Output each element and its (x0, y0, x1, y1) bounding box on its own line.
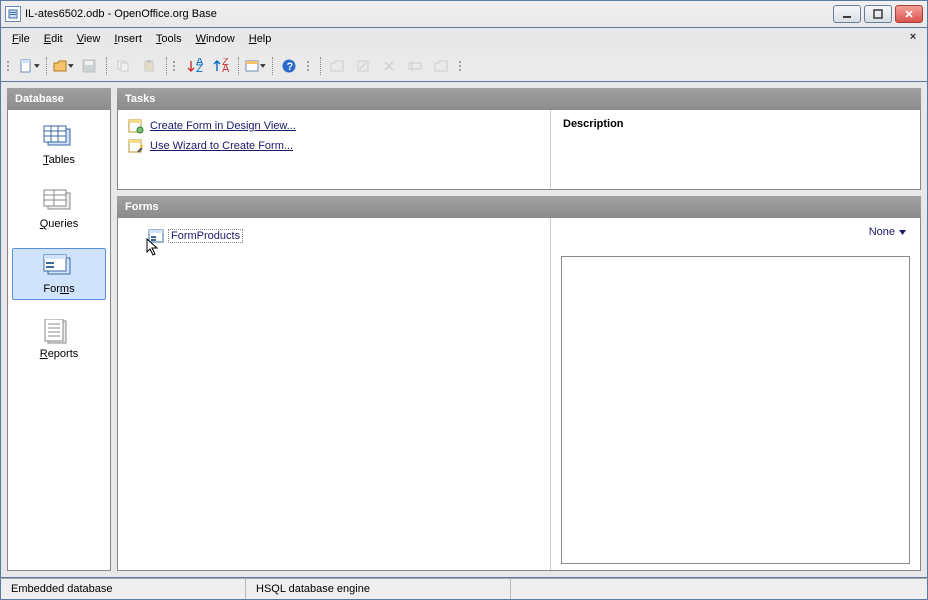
close-button[interactable] (895, 5, 923, 23)
menu-help[interactable]: Help (242, 31, 279, 47)
titlebar: IL-ates6502.odb - OpenOffice.org Base (0, 0, 928, 28)
svg-text:A: A (222, 63, 229, 74)
toolbar-sep (103, 55, 109, 77)
tasks-header: Tasks (117, 88, 921, 110)
forms-header: Forms (117, 196, 921, 218)
sort-desc-button[interactable]: ZA (209, 54, 233, 78)
tasks-list: Create Form in Design View... Use Wizard… (118, 110, 550, 189)
menu-tools[interactable]: Tools (149, 31, 189, 47)
task-description-column: Description (550, 110, 920, 189)
rename-button[interactable] (403, 54, 427, 78)
form-item-formproducts[interactable]: FormProducts (148, 228, 243, 244)
tasks-panel: Tasks Create Form in Design View... Use … (117, 88, 921, 190)
reports-icon (41, 318, 77, 346)
menu-edit[interactable]: Edit (37, 31, 70, 47)
preview-mode-dropdown[interactable]: None (561, 224, 910, 240)
sidebar-label-reports: Reports (40, 348, 79, 360)
help-button[interactable]: ? (277, 54, 301, 78)
toolbar-grip[interactable] (305, 55, 313, 77)
toolbar-grip[interactable] (457, 55, 465, 77)
sidebar-label-forms: Forms (43, 283, 74, 295)
sidebar-item-tables[interactable]: Tables (12, 120, 106, 170)
paste-button[interactable] (137, 54, 161, 78)
menu-window[interactable]: Window (189, 31, 242, 47)
database-panel-body: Tables Queries Forms Reports (7, 110, 111, 571)
menu-file[interactable]: File (5, 31, 37, 47)
mdi-close-button[interactable]: × (905, 31, 921, 43)
minimize-button[interactable] (833, 5, 861, 23)
sidebar-label-tables: Tables (43, 154, 75, 166)
sidebar-label-queries: Queries (40, 218, 79, 230)
delete-button[interactable] (377, 54, 401, 78)
open-folder-button[interactable] (325, 54, 349, 78)
toolbar-sep (43, 55, 49, 77)
forms-panel: Forms FormProducts None (117, 196, 921, 571)
status-db-engine: HSQL database engine (246, 579, 511, 599)
edit-button[interactable] (351, 54, 375, 78)
new-folder-button[interactable] (429, 54, 453, 78)
sidebar-item-forms[interactable]: Forms (12, 248, 106, 300)
form-item-name: FormProducts (168, 229, 243, 243)
status-db-type: Embedded database (1, 579, 246, 599)
forms-icon (41, 253, 77, 281)
maximize-button[interactable] (864, 5, 892, 23)
wizard-icon (128, 138, 144, 154)
work-area: Database Tables Queries Forms Reports Ta (0, 82, 928, 578)
menubar: File Edit View Insert Tools Window Help … (0, 28, 928, 50)
window-title: IL-ates6502.odb - OpenOffice.org Base (25, 8, 833, 20)
sidebar-item-queries[interactable]: Queries (12, 184, 106, 234)
tasks-body: Create Form in Design View... Use Wizard… (117, 110, 921, 190)
toolbar-grip[interactable] (171, 55, 179, 77)
sort-asc-button[interactable]: AZ (183, 54, 207, 78)
sidebar-item-reports[interactable]: Reports (12, 314, 106, 364)
app-icon (5, 6, 21, 22)
preview-mode-label: None (869, 226, 895, 238)
forms-preview-column: None (550, 218, 920, 570)
database-panel: Database Tables Queries Forms Reports (7, 88, 111, 571)
window-controls (833, 5, 923, 23)
forms-body: FormProducts None (117, 218, 921, 571)
task-label: Create Form in Design View... (150, 120, 296, 132)
menu-insert[interactable]: Insert (107, 31, 149, 47)
toolbar-sep (317, 55, 323, 77)
toolbar-sep (163, 55, 169, 77)
form-dropdown-button[interactable] (243, 54, 267, 78)
open-button[interactable] (51, 54, 75, 78)
svg-text:Z: Z (196, 63, 203, 74)
chevron-down-icon (899, 229, 906, 236)
statusbar: Embedded database HSQL database engine (0, 578, 928, 600)
database-panel-header: Database (7, 88, 111, 110)
task-use-wizard[interactable]: Use Wizard to Create Form... (128, 138, 540, 154)
toolbar-sep (235, 55, 241, 77)
content-column: Tasks Create Form in Design View... Use … (117, 88, 921, 571)
copy-button[interactable] (111, 54, 135, 78)
preview-box (561, 256, 910, 564)
tables-icon (41, 124, 77, 152)
task-label: Use Wizard to Create Form... (150, 140, 293, 152)
form-design-icon (128, 118, 144, 134)
save-button[interactable] (77, 54, 101, 78)
menu-view[interactable]: View (70, 31, 108, 47)
toolbar-sep (269, 55, 275, 77)
svg-text:?: ? (287, 61, 294, 73)
queries-icon (41, 188, 77, 216)
status-spacer (511, 579, 927, 599)
forms-list[interactable]: FormProducts (118, 218, 550, 570)
toolbar-grip[interactable] (5, 55, 13, 77)
cursor-icon (146, 238, 160, 256)
description-label: Description (563, 118, 908, 130)
new-doc-button[interactable] (17, 54, 41, 78)
task-create-form-design[interactable]: Create Form in Design View... (128, 118, 540, 134)
toolbar: AZ ZA ? (0, 50, 928, 82)
